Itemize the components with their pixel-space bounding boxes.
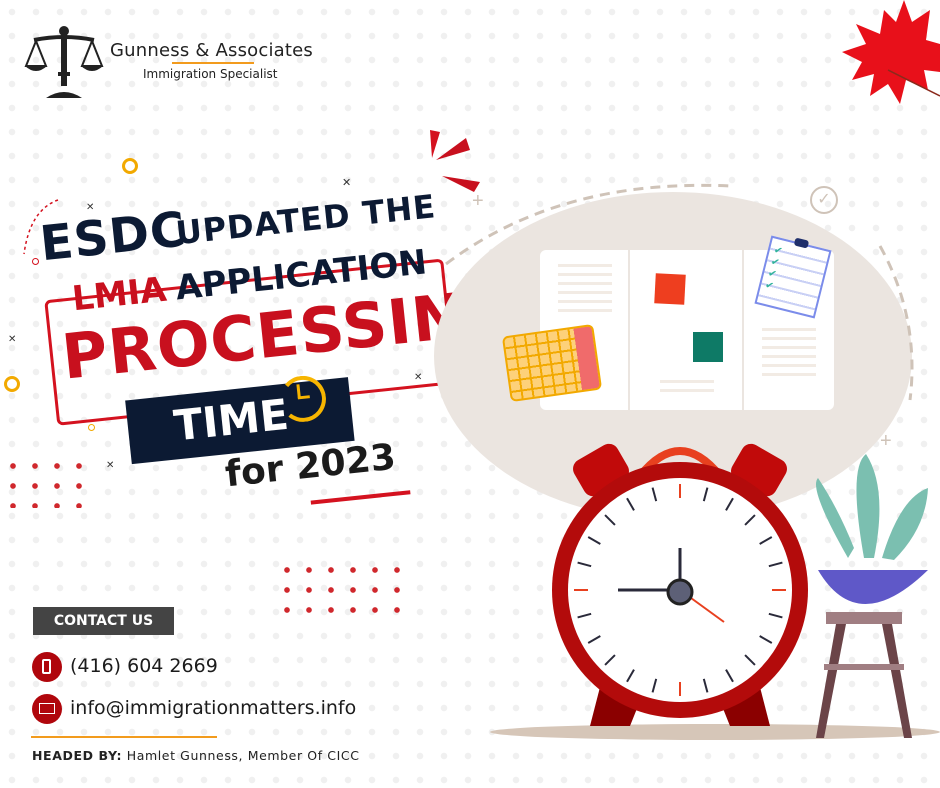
brand-tagline: Immigration Specialist [143, 67, 278, 81]
maple-leaf-icon [842, 0, 940, 104]
orange-ring-icon [4, 376, 20, 392]
headline-updated-the: UPDATED THE [173, 187, 438, 253]
red-dot-grid [276, 560, 404, 626]
checkmark-circle-icon: ✓ [810, 186, 838, 214]
footer-divider [31, 736, 217, 738]
headed-by-label: HEADED BY: [32, 748, 123, 763]
email-address[interactable]: info@immigrationmatters.info [70, 697, 356, 719]
contact-us-button[interactable]: CONTACT US [33, 607, 174, 635]
calendar-icon [501, 323, 603, 403]
envelope-icon [32, 694, 62, 724]
green-sticky-note [693, 332, 723, 362]
x-mark-icon: ✕ [8, 334, 17, 345]
phone-number[interactable]: (416) 604 2669 [70, 655, 218, 677]
alarm-clock-icon [552, 443, 808, 726]
plant-on-stool-icon [816, 454, 928, 738]
headed-by-value: Hamlet Gunness, Member Of CICC [126, 748, 360, 763]
brand-underline [172, 62, 254, 64]
red-sticky-note [654, 273, 686, 305]
brand-name: Gunness & Associates [110, 40, 314, 61]
scales-of-justice-icon [24, 26, 104, 98]
sparkle-icon: + [472, 190, 484, 212]
headline-block: ESDC UPDATED THE LMIA APPLICATION PROCES… [24, 138, 520, 512]
headline-esdc: ESDC [37, 201, 189, 273]
phone-icon [32, 652, 62, 682]
headed-by-text: HEADED BY: Hamlet Gunness, Member Of CIC… [32, 748, 360, 763]
